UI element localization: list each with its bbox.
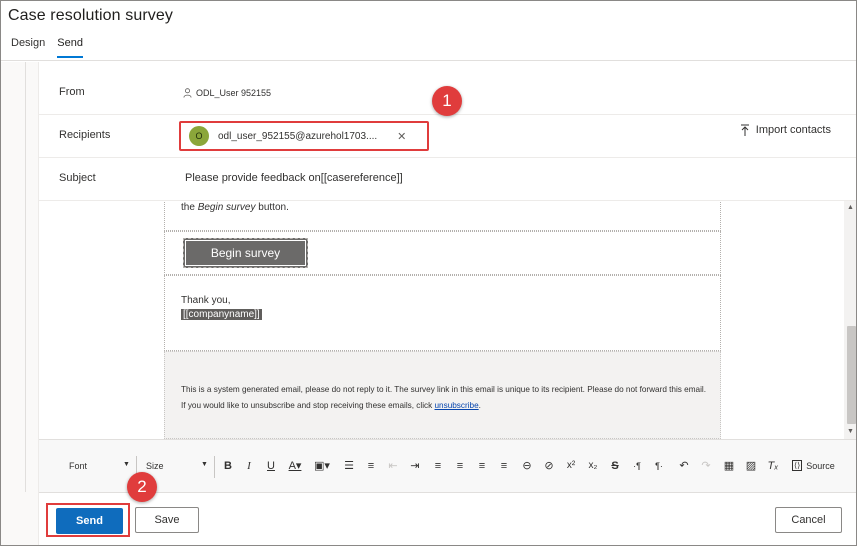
recipients-label: Recipients	[59, 129, 111, 141]
link-icon[interactable]: ⊖	[519, 458, 535, 474]
source-label: Source	[806, 460, 835, 471]
scroll-up-icon[interactable]: ▲	[844, 203, 856, 213]
justify-icon[interactable]: ≡	[496, 458, 512, 474]
button-block: Begin survey	[164, 231, 721, 275]
editor-toolbar: Font ▼ Size ▼ B I U A▾ ▣▾ ☰ ≡ ⇤ ⇥ ≡ ≡ ≡ …	[39, 439, 856, 493]
import-contacts-button[interactable]: Import contacts	[740, 124, 831, 136]
underline-icon[interactable]: U	[263, 458, 279, 474]
signature-block: Thank you, [[companyname]]	[164, 275, 721, 351]
background-color-icon[interactable]: ▣▾	[314, 458, 330, 474]
from-label: From	[59, 86, 85, 98]
chevron-down-icon[interactable]: ▼	[123, 461, 130, 468]
thanks-text: Thank you,	[181, 295, 231, 306]
callout-badge-1: 1	[432, 86, 462, 116]
table-icon[interactable]: ▦	[721, 458, 737, 474]
email-body-editor[interactable]: the Begin survey button. Begin survey Th…	[39, 201, 844, 439]
intro-block: the Begin survey button.	[164, 201, 721, 231]
increase-indent-icon[interactable]: ⇥	[407, 458, 423, 474]
intro-text: the Begin survey button.	[181, 202, 289, 213]
toolbar-divider	[214, 456, 215, 478]
tab-bar: Design Send	[11, 35, 95, 58]
subject-label: Subject	[59, 172, 96, 184]
unlink-icon[interactable]: ⊘	[541, 458, 557, 474]
subscript-icon[interactable]: x₂	[585, 458, 601, 474]
source-button[interactable]: ⟨⟩ Source	[792, 460, 835, 471]
app-window: Case resolution survey Design Send From …	[0, 0, 857, 546]
subject-row: Subject Please provide feedback on[[case…	[39, 158, 856, 201]
recipients-row: Recipients O odl_user_952155@azurehol170…	[39, 115, 856, 158]
image-icon[interactable]: ▨	[743, 458, 759, 474]
ltr-icon[interactable]: ·¶	[629, 458, 645, 474]
align-left-icon[interactable]: ≡	[430, 458, 446, 474]
unsubscribe-link[interactable]: unsubscribe	[435, 401, 479, 410]
close-icon[interactable]: ✕	[397, 130, 406, 143]
action-bar: Send Save Cancel	[39, 493, 856, 545]
person-icon	[183, 88, 192, 98]
recipient-email: odl_user_952155@azurehol1703....	[218, 130, 378, 142]
scroll-down-icon[interactable]: ▼	[844, 427, 856, 437]
font-color-icon[interactable]: A▾	[287, 458, 303, 474]
decrease-indent-icon[interactable]: ⇤	[385, 458, 401, 474]
avatar: O	[189, 126, 209, 146]
clear-format-icon[interactable]: Tₓ	[765, 458, 781, 474]
company-token: [[companyname]]	[181, 309, 262, 320]
save-button[interactable]: Save	[135, 507, 199, 533]
page-title: Case resolution survey	[8, 7, 173, 24]
tab-send[interactable]: Send	[57, 35, 83, 58]
gutter-divider	[25, 62, 26, 492]
redo-icon[interactable]: ↷	[698, 458, 714, 474]
align-right-icon[interactable]: ≡	[474, 458, 490, 474]
superscript-icon[interactable]: x²	[563, 458, 579, 474]
footer-end: .	[478, 401, 481, 410]
recipient-chip[interactable]: O odl_user_952155@azurehol1703.... ✕	[179, 121, 429, 151]
header: Case resolution survey Design Send	[1, 1, 856, 61]
italic-icon[interactable]: I	[241, 458, 257, 474]
scroll-thumb[interactable]	[847, 326, 856, 424]
footer-text: This is a system generated email, please…	[181, 382, 706, 414]
intro-suffix: button.	[255, 202, 289, 213]
begin-survey-button[interactable]: Begin survey	[183, 238, 308, 268]
intro-prefix: the	[181, 202, 198, 213]
upload-icon	[740, 124, 749, 136]
undo-icon[interactable]: ↶	[676, 458, 692, 474]
strikethrough-icon[interactable]: S	[607, 458, 623, 474]
from-value: ODL_User 952155	[183, 88, 271, 98]
cancel-button[interactable]: Cancel	[775, 507, 842, 533]
callout-badge-2: 2	[127, 472, 157, 502]
footer-block: This is a system generated email, please…	[164, 351, 721, 439]
align-center-icon[interactable]: ≡	[452, 458, 468, 474]
bold-icon[interactable]: B	[220, 458, 236, 474]
left-gutter	[1, 62, 39, 545]
size-select[interactable]: Size	[146, 461, 164, 471]
tab-design[interactable]: Design	[11, 35, 45, 51]
intro-emphasis: Begin survey	[197, 202, 256, 213]
from-user: ODL_User 952155	[196, 88, 272, 98]
subject-input[interactable]: Please provide feedback on[[casereferenc…	[185, 172, 403, 184]
chevron-down-icon[interactable]: ▼	[201, 461, 208, 468]
font-select[interactable]: Font	[69, 461, 87, 471]
send-button[interactable]: Send	[56, 508, 123, 534]
source-icon: ⟨⟩	[792, 460, 803, 471]
rtl-icon[interactable]: ¶·	[651, 458, 667, 474]
bulleted-list-icon[interactable]: ☰	[341, 458, 357, 474]
import-contacts-label: Import contacts	[755, 124, 831, 136]
scrollbar[interactable]: ▲ ▼	[844, 201, 856, 439]
numbered-list-icon[interactable]: ≡	[363, 458, 379, 474]
